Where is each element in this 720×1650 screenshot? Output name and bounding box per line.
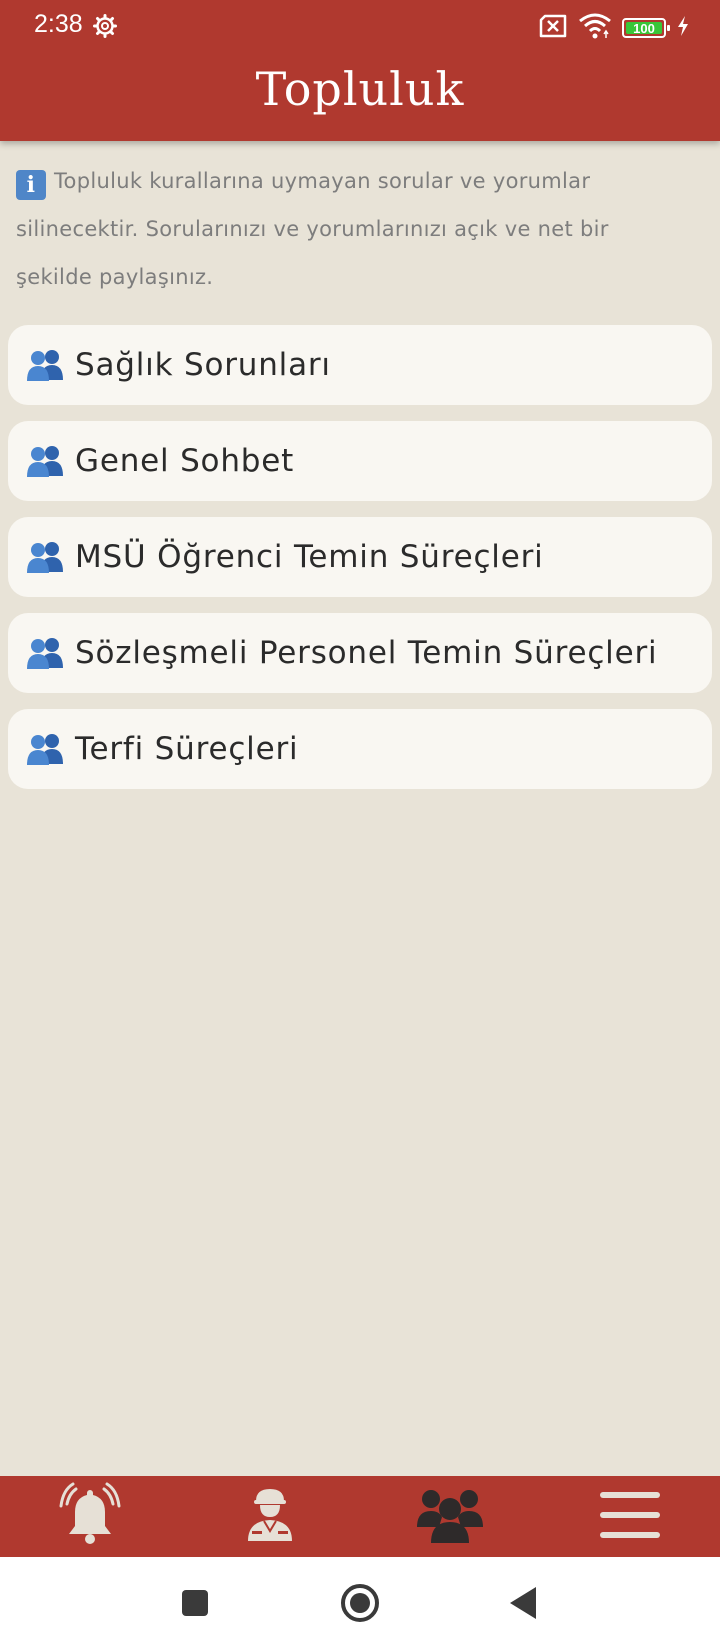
charging-bolt-icon xyxy=(676,15,690,41)
nav-menu[interactable] xyxy=(540,1476,720,1557)
nav-community[interactable] xyxy=(360,1476,540,1557)
people-icon xyxy=(25,348,65,382)
group-label: Sözleşmeli Personel Temin Süreçleri xyxy=(75,635,658,671)
group-label: Terfi Süreçleri xyxy=(75,731,299,767)
people-icon xyxy=(25,540,65,574)
app-header: 2:38 100 Topluluk xyxy=(0,0,720,141)
group-item-terfi-surecleri[interactable]: Terfi Süreçleri xyxy=(8,709,712,789)
no-sim-icon xyxy=(538,14,568,42)
notice-text: Topluluk kurallarına uymayan sorular ve … xyxy=(16,169,609,289)
home-circle-icon[interactable] xyxy=(340,1583,380,1627)
group-item-saglik-sorunlari[interactable]: Sağlık Sorunları xyxy=(8,325,712,405)
menu-icon xyxy=(600,1490,660,1544)
nav-profile[interactable] xyxy=(180,1476,360,1557)
group-item-msu-ogrenci[interactable]: MSÜ Öğrenci Temin Süreçleri xyxy=(8,517,712,597)
recents-square-icon[interactable] xyxy=(181,1589,209,1621)
status-time: 2:38 xyxy=(34,10,83,38)
people-icon xyxy=(25,636,65,670)
page-title: Topluluk xyxy=(255,62,465,116)
system-navigation-bar xyxy=(0,1557,720,1650)
soldier-icon xyxy=(246,1487,294,1547)
community-rules-notice: i Topluluk kurallarına uymayan sorular ve… xyxy=(16,157,666,301)
wifi-icon xyxy=(578,12,612,44)
nav-notifications[interactable] xyxy=(0,1476,180,1557)
back-triangle-icon[interactable] xyxy=(508,1586,538,1624)
settings-gear-icon xyxy=(93,14,117,42)
group-label: Genel Sohbet xyxy=(75,443,295,479)
group-item-genel-sohbet[interactable]: Genel Sohbet xyxy=(8,421,712,501)
bottom-navigation xyxy=(0,1476,720,1557)
battery-icon: 100 xyxy=(622,18,670,38)
status-icons: 100 xyxy=(538,12,690,44)
group-label: MSÜ Öğrenci Temin Süreçleri xyxy=(75,539,544,575)
people-icon xyxy=(25,444,65,478)
community-group-list: Sağlık Sorunları Genel Sohbet MSÜ Öğrenc… xyxy=(8,325,712,805)
group-label: Sağlık Sorunları xyxy=(75,347,331,383)
info-icon: i xyxy=(16,170,46,200)
bell-ringing-icon xyxy=(57,1482,123,1552)
community-icon xyxy=(417,1487,483,1547)
people-icon xyxy=(25,732,65,766)
battery-level: 100 xyxy=(633,20,655,36)
group-item-sozlesmeli-personel[interactable]: Sözleşmeli Personel Temin Süreçleri xyxy=(8,613,712,693)
